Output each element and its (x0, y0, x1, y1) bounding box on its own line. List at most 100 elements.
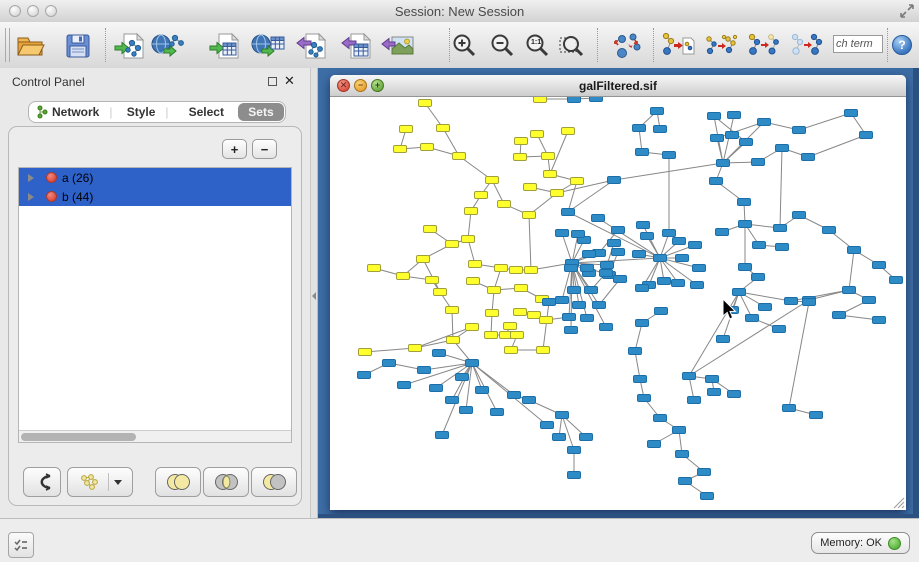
graph-node[interactable] (495, 265, 508, 272)
graph-node[interactable] (633, 125, 646, 132)
graph-node[interactable] (873, 262, 886, 269)
export-table-button[interactable] (340, 29, 374, 63)
graph-node[interactable] (486, 177, 499, 184)
difference-sets-button[interactable] (251, 467, 297, 497)
graph-node[interactable] (368, 265, 381, 272)
graph-node[interactable] (540, 317, 553, 324)
graph-node[interactable] (706, 376, 719, 383)
tab-sets[interactable]: Sets (238, 103, 284, 121)
graph-node[interactable] (793, 127, 806, 134)
graph-node[interactable] (698, 469, 711, 476)
graph-node[interactable] (823, 227, 836, 234)
graph-node[interactable] (654, 255, 667, 262)
graph-node[interactable] (486, 310, 499, 317)
expander-icon[interactable] (28, 174, 34, 182)
export-image-button[interactable] (381, 29, 415, 63)
graph-node[interactable] (592, 215, 605, 222)
graph-node[interactable] (571, 178, 584, 185)
graph-node[interactable] (430, 385, 443, 392)
graph-node[interactable] (568, 287, 581, 294)
zoom-actual-size-button[interactable]: 1:1 (521, 29, 555, 63)
graph-node[interactable] (740, 139, 753, 146)
graph-node[interactable] (553, 434, 566, 441)
graph-node[interactable] (655, 308, 668, 315)
graph-node[interactable] (446, 307, 459, 314)
graph-node[interactable] (890, 277, 903, 284)
graph-node[interactable] (541, 422, 554, 429)
task-history-button[interactable] (8, 532, 34, 558)
graph-node[interactable] (663, 230, 676, 237)
graph-node[interactable] (701, 493, 714, 500)
graph-node[interactable] (728, 391, 741, 398)
import-network-file-button[interactable] (113, 29, 147, 63)
graph-node[interactable] (528, 312, 541, 319)
graph-node[interactable] (580, 434, 593, 441)
float-panel-icon[interactable] (268, 77, 277, 86)
graph-node[interactable] (711, 135, 724, 142)
tab-select[interactable]: Select (177, 103, 236, 121)
diff-network-stars-button[interactable] (704, 29, 738, 63)
graph-node[interactable] (544, 171, 557, 178)
graph-node[interactable] (568, 97, 581, 103)
graph-node[interactable] (467, 278, 480, 285)
graph-node[interactable] (447, 337, 460, 344)
graph-node[interactable] (359, 349, 372, 356)
graph-node[interactable] (693, 265, 706, 272)
graph-node[interactable] (466, 324, 479, 331)
graph-node[interactable] (654, 126, 667, 133)
graph-node[interactable] (676, 451, 689, 458)
graph-node[interactable] (419, 100, 432, 107)
graph-node[interactable] (394, 146, 407, 153)
graph-node[interactable] (475, 192, 488, 199)
graph-node[interactable] (601, 262, 614, 269)
graph-node[interactable] (556, 412, 569, 419)
graph-node[interactable] (565, 327, 578, 334)
graph-node[interactable] (434, 289, 447, 296)
graph-node[interactable] (739, 221, 752, 228)
graph-node[interactable] (753, 242, 766, 249)
graph-node[interactable] (433, 350, 446, 357)
graph-node[interactable] (510, 267, 523, 274)
graph-node[interactable] (689, 242, 702, 249)
open-session-button[interactable] (13, 29, 47, 63)
graph-node[interactable] (537, 347, 550, 354)
graph-node[interactable] (437, 125, 450, 132)
add-set-button[interactable]: + (222, 139, 247, 159)
graph-node[interactable] (759, 304, 772, 311)
graph-node[interactable] (590, 97, 603, 102)
graph-node[interactable] (773, 326, 786, 333)
tab-style[interactable]: Style | (120, 103, 174, 121)
graph-node[interactable] (593, 302, 606, 309)
graph-node[interactable] (531, 131, 544, 138)
collapse-panel-icon[interactable] (312, 292, 316, 300)
network-window-titlebar[interactable]: ✕ − + galFiltered.sif (330, 75, 906, 97)
import-network-url-button[interactable] (151, 29, 185, 63)
graph-node[interactable] (658, 278, 671, 285)
graph-node[interactable] (581, 265, 594, 272)
graph-node[interactable] (803, 299, 816, 306)
graph-node[interactable] (397, 273, 410, 280)
graph-node[interactable] (460, 407, 473, 414)
graph-node[interactable] (708, 113, 721, 120)
graph-node[interactable] (608, 240, 621, 247)
graph-node[interactable] (515, 138, 528, 145)
diff-network-fade-button[interactable] (746, 29, 780, 63)
graph-node[interactable] (568, 472, 581, 479)
graph-node[interactable] (717, 336, 730, 343)
graph-node[interactable] (634, 376, 647, 383)
graph-node[interactable] (752, 274, 765, 281)
graph-node[interactable] (573, 302, 586, 309)
zoom-in-button[interactable] (448, 29, 482, 63)
graph-node[interactable] (758, 119, 771, 126)
resize-grip-icon[interactable] (892, 496, 905, 509)
expander-icon[interactable] (28, 193, 34, 201)
graph-node[interactable] (746, 315, 759, 322)
graph-node[interactable] (511, 332, 524, 339)
fullscreen-icon[interactable] (899, 3, 915, 19)
graph-node[interactable] (793, 212, 806, 219)
graph-node[interactable] (562, 209, 575, 216)
graph-node[interactable] (469, 261, 482, 268)
graph-node[interactable] (466, 360, 479, 367)
graph-node[interactable] (752, 159, 765, 166)
graph-node[interactable] (562, 128, 575, 135)
